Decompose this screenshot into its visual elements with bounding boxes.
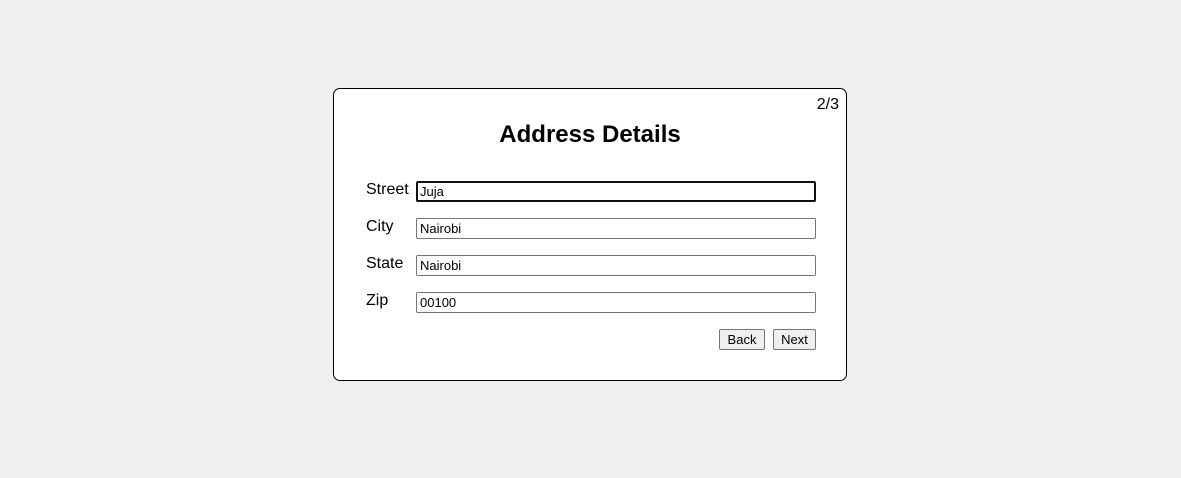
city-row: City bbox=[366, 218, 816, 242]
zip-row: Zip bbox=[366, 292, 816, 316]
step-indicator: 2/3 bbox=[816, 96, 839, 113]
address-form-card: 2/3 Address Details Street City State Zi… bbox=[333, 88, 847, 381]
form-title: Address Details bbox=[499, 121, 681, 148]
state-input[interactable] bbox=[416, 255, 816, 276]
state-label: State bbox=[366, 255, 404, 272]
back-button[interactable]: Back bbox=[719, 329, 765, 350]
city-label: City bbox=[366, 218, 394, 235]
street-label: Street bbox=[366, 181, 409, 198]
zip-label: Zip bbox=[366, 292, 389, 309]
city-input[interactable] bbox=[416, 218, 816, 239]
street-input[interactable] bbox=[416, 181, 816, 202]
street-row: Street bbox=[366, 181, 816, 205]
next-button[interactable]: Next bbox=[773, 329, 816, 350]
state-row: State bbox=[366, 255, 816, 279]
zip-input[interactable] bbox=[416, 292, 816, 313]
